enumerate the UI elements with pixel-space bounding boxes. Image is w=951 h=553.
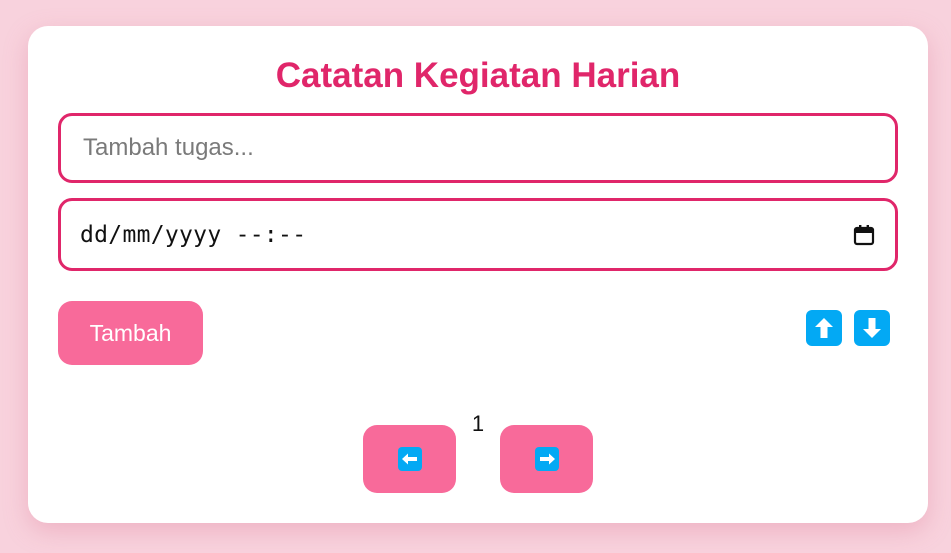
task-input[interactable] (81, 133, 895, 163)
arrow-left-icon (397, 447, 422, 471)
page-title: Catatan Kegiatan Harian (275, 56, 681, 95)
arrow-right-icon (534, 447, 559, 471)
calendar-icon[interactable] (853, 224, 875, 246)
page-number: 1 (471, 411, 485, 436)
todo-card: Catatan Kegiatan Harian dd/mm/yyyy --:--… (28, 26, 928, 523)
next-page-button[interactable] (500, 425, 593, 493)
sort-down-button[interactable] (854, 310, 890, 346)
sort-up-button[interactable] (806, 310, 842, 346)
arrow-up-icon (815, 318, 833, 338)
task-input-wrapper (58, 113, 898, 183)
datetime-value: dd/mm/yyyy --:-- (80, 221, 307, 248)
add-task-button[interactable]: Tambah (58, 301, 203, 365)
previous-page-button[interactable] (363, 425, 456, 493)
datetime-input[interactable]: dd/mm/yyyy --:-- (58, 198, 898, 271)
arrow-down-icon (863, 318, 881, 338)
